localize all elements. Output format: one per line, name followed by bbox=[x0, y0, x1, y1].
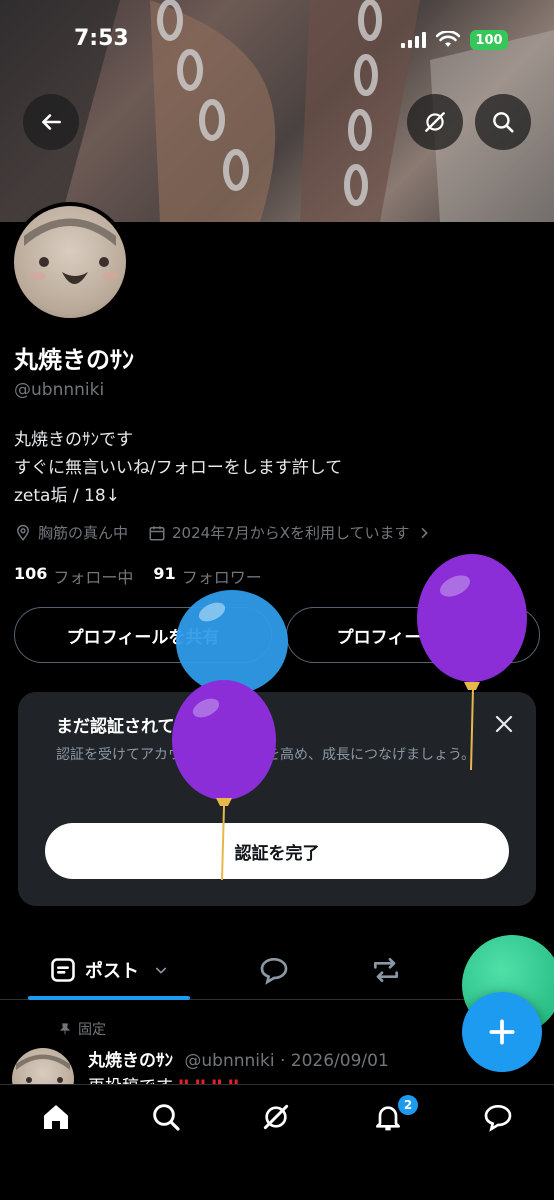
grok-button[interactable] bbox=[407, 94, 463, 150]
post-header: 丸焼きのｻﾝ @ubnnniki · 2026/09/01 bbox=[88, 1046, 389, 1071]
close-icon[interactable] bbox=[492, 712, 516, 736]
message-icon[interactable] bbox=[482, 1101, 514, 1133]
wifi-icon bbox=[436, 31, 460, 47]
edit-profile-button[interactable]: プロフィールを編集 bbox=[286, 607, 540, 663]
verification-card: まだ認証されていません 認証を受けてアカウントの信用度を高め、成長につなげましょ… bbox=[18, 692, 536, 906]
profile-location: 胸筋の真ん中 bbox=[38, 524, 129, 542]
chevron-down-icon bbox=[155, 967, 167, 974]
search-icon bbox=[493, 112, 514, 133]
profile-joined[interactable]: 2024年7月からXを利用しています bbox=[172, 522, 410, 543]
grok-icon bbox=[425, 112, 445, 132]
pinned-text: 固定 bbox=[78, 1022, 106, 1038]
back-arrow-icon bbox=[42, 114, 61, 130]
profile-bio: 丸焼きのｻﾝです すぐに無言いいね/フォローをします許して zeta垢 / 18… bbox=[14, 426, 342, 510]
followers-count[interactable]: 91 bbox=[153, 564, 175, 588]
status-icons: 100 bbox=[401, 30, 508, 50]
verification-title: まだ認証されていません bbox=[56, 717, 242, 737]
status-time: 7:53 bbox=[74, 26, 129, 51]
reply-icon[interactable] bbox=[258, 954, 290, 986]
bottom-navigation: 2 bbox=[0, 1084, 554, 1200]
compose-post-button[interactable] bbox=[462, 992, 542, 1072]
share-profile-button[interactable]: プロフィールを共有 bbox=[14, 607, 272, 663]
posts-icon bbox=[51, 958, 75, 982]
tab-indicator bbox=[28, 996, 190, 1000]
profile-handle: @ubnnniki bbox=[14, 380, 105, 400]
complete-verification-button[interactable]: 認証を完了 bbox=[45, 823, 509, 879]
battery-indicator: 100 bbox=[470, 30, 508, 50]
followers-label[interactable]: フォロワー bbox=[182, 564, 262, 588]
follow-stats: 106 フォロー中 91 フォロワー bbox=[14, 564, 262, 588]
signal-icon bbox=[401, 32, 426, 48]
search-button[interactable] bbox=[475, 94, 531, 150]
bio-line: すぐに無言いいね/フォローをします許して bbox=[14, 458, 343, 478]
pinned-label: 固定 bbox=[58, 1019, 106, 1039]
home-icon[interactable] bbox=[40, 1101, 72, 1133]
tab-posts-label: ポスト bbox=[85, 961, 139, 982]
notification-badge: 2 bbox=[398, 1095, 418, 1115]
post-author[interactable]: 丸焼きのｻﾝ bbox=[88, 1051, 173, 1071]
following-label[interactable]: フォロー中 bbox=[53, 564, 133, 588]
chevron-right-icon bbox=[420, 527, 428, 538]
following-count[interactable]: 106 bbox=[14, 564, 47, 588]
location-icon bbox=[16, 524, 30, 541]
avatar[interactable] bbox=[10, 202, 130, 322]
profile-name: 丸焼きのｻﾝ bbox=[14, 346, 134, 374]
verification-description: 認証を受けてアカウントの信用度を高め、成長につなげましょう。 bbox=[56, 747, 476, 763]
calendar-icon bbox=[149, 525, 165, 540]
plus-icon bbox=[489, 1019, 515, 1045]
profile-meta: 胸筋の真ん中 2024年7月からXを利用しています bbox=[14, 522, 432, 543]
search-icon[interactable] bbox=[150, 1101, 182, 1133]
post-meta: @ubnnniki · 2026/09/01 bbox=[184, 1051, 389, 1071]
bio-line: zeta垢 / 18↓ bbox=[14, 486, 120, 506]
back-button[interactable] bbox=[23, 94, 79, 150]
bio-line: 丸焼きのｻﾝです bbox=[14, 430, 133, 450]
tab-posts[interactable]: ポスト bbox=[28, 940, 190, 1000]
repost-icon[interactable] bbox=[370, 954, 402, 986]
grok-icon[interactable] bbox=[260, 1101, 292, 1133]
pin-icon bbox=[59, 1023, 71, 1035]
